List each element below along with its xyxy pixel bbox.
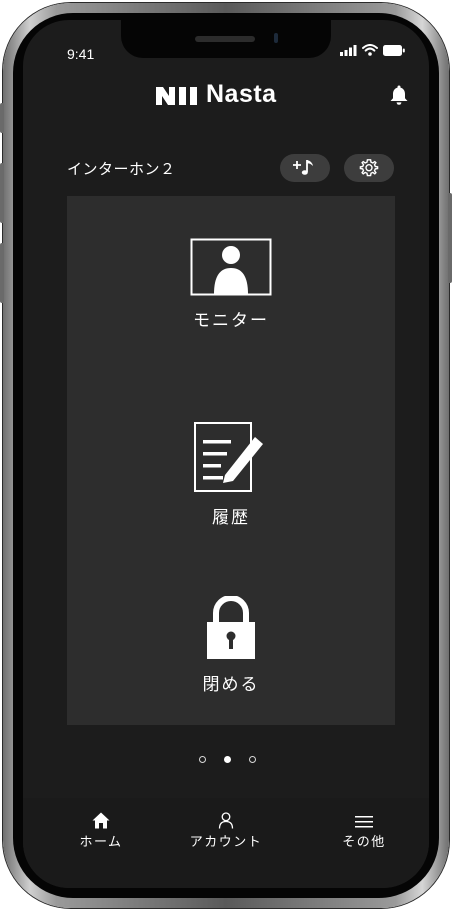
action-panel: モニター 履歴 閉める (67, 196, 395, 725)
monitor-action[interactable]: モニター (67, 238, 395, 331)
power-button (448, 193, 452, 283)
wifi-icon (362, 44, 378, 56)
gear-icon (359, 159, 379, 177)
volume-down-button (0, 243, 4, 303)
lock-label: 閉める (202, 675, 260, 695)
history-label: 履歴 (212, 508, 250, 528)
notch (121, 20, 331, 58)
person-icon (218, 812, 234, 829)
padlock-icon (207, 596, 255, 659)
menu-icon (355, 816, 373, 828)
status-icons (340, 44, 405, 56)
mute-switch (0, 103, 4, 133)
device-title: インターホン２ (67, 160, 176, 178)
status-time: 9:41 (67, 46, 95, 62)
tab-more[interactable]: その他 (309, 812, 419, 850)
volume-up-button (0, 163, 4, 223)
cellular-signal-icon (340, 44, 357, 56)
tab-more-label: その他 (342, 835, 386, 850)
phone-frame: 9:41 Nasta インターホン２ モニター 履歴 閉める ホーム アカウント… (0, 3, 452, 908)
page-dot[interactable] (199, 756, 206, 763)
lock-action[interactable]: 閉める (67, 596, 395, 695)
page-dot-active[interactable] (224, 756, 231, 763)
plus-music-note-icon (293, 160, 313, 175)
tab-account-label: アカウント (189, 835, 263, 850)
battery-icon (383, 44, 405, 56)
front-camera (274, 33, 278, 43)
brand-name: Nasta (206, 80, 277, 108)
tab-home-label: ホーム (79, 835, 123, 850)
page-dot[interactable] (249, 756, 256, 763)
tab-bar: ホーム アカウント その他 (23, 798, 429, 888)
history-document-pencil-icon (194, 422, 263, 492)
bell-icon (390, 85, 408, 105)
monitor-person-icon (190, 238, 272, 296)
monitor-label: モニター (193, 311, 269, 331)
add-sound-button[interactable] (280, 154, 330, 182)
settings-button[interactable] (344, 154, 394, 182)
app-screen: 9:41 Nasta インターホン２ モニター 履歴 閉める ホーム アカウント… (23, 20, 429, 888)
page-indicator[interactable] (199, 756, 256, 763)
notification-button[interactable] (389, 84, 409, 110)
home-icon (92, 812, 110, 829)
tab-account[interactable]: アカウント (171, 812, 281, 850)
history-action[interactable]: 履歴 (67, 421, 395, 528)
earpiece-speaker (195, 36, 255, 42)
tab-home[interactable]: ホーム (46, 812, 156, 850)
brand-mark-icon (156, 86, 197, 105)
brand-logo: Nasta (155, 80, 277, 109)
